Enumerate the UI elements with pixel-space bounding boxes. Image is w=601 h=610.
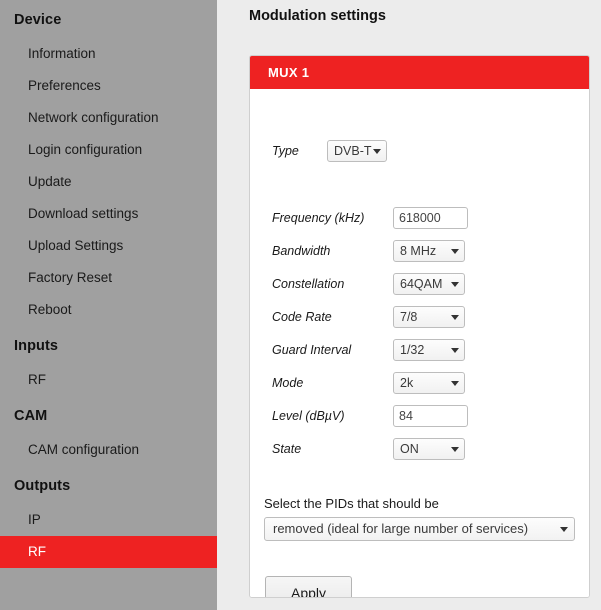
field-label-level-db-v: Level (dBµV) bbox=[272, 409, 345, 423]
sidebar-item-update[interactable]: Update bbox=[0, 166, 217, 198]
sidebar-item-label: Login configuration bbox=[28, 142, 143, 157]
field-label-guard-interval: Guard Interval bbox=[272, 343, 352, 357]
sidebar-item-label: Update bbox=[28, 174, 72, 189]
guard-interval-select[interactable]: 1/32 bbox=[393, 339, 465, 361]
chevron-down-icon bbox=[560, 527, 568, 532]
chevron-down-icon bbox=[451, 282, 459, 287]
frequency-khz-control-wrapper bbox=[393, 207, 468, 229]
panel-body: Type DVB-T Frequency (kHz) Bandwidth 8 MHz… bbox=[250, 89, 589, 597]
state-control-wrapper: ON bbox=[393, 438, 465, 460]
sidebar-item-rf[interactable]: RF bbox=[0, 364, 217, 396]
bandwidth-control-wrapper: 8 MHz bbox=[393, 240, 465, 262]
bandwidth-select-value: 8 MHz bbox=[400, 244, 437, 258]
sidebar-item-label: Information bbox=[28, 46, 96, 61]
sidebar-group-title-cam: CAM bbox=[14, 408, 48, 424]
form-row-type: Type DVB-T bbox=[250, 140, 589, 162]
bandwidth-select[interactable]: 8 MHz bbox=[393, 240, 465, 262]
sidebar-item-rf[interactable]: RF bbox=[0, 536, 217, 568]
code-rate-control-wrapper: 7/8 bbox=[393, 306, 465, 328]
sidebar-item-login-configuration[interactable]: Login configuration bbox=[0, 134, 217, 166]
sidebar-item-ip[interactable]: IP bbox=[0, 504, 217, 536]
sidebar-item-label: Preferences bbox=[28, 78, 101, 93]
sidebar-item-download-settings[interactable]: Download settings bbox=[0, 198, 217, 230]
sidebar-item-label: IP bbox=[28, 512, 41, 527]
mode-select-value: 2k bbox=[400, 376, 414, 390]
pid-section-label: Select the PIDs that should be bbox=[264, 496, 439, 511]
form-row-constellation: Constellation 64QAM bbox=[250, 273, 589, 295]
form-row-state: State ON bbox=[250, 438, 589, 460]
sidebar-group-title-inputs: Inputs bbox=[14, 338, 59, 354]
field-label-bandwidth: Bandwidth bbox=[272, 244, 331, 258]
sidebar-item-label: Factory Reset bbox=[28, 270, 113, 285]
form-row-code-rate: Code Rate 7/8 bbox=[250, 306, 589, 328]
chevron-down-icon bbox=[373, 149, 381, 154]
chevron-down-icon bbox=[451, 249, 459, 254]
sidebar-item-preferences[interactable]: Preferences bbox=[0, 70, 217, 102]
page-title: Modulation settings bbox=[249, 8, 386, 24]
chevron-down-icon bbox=[451, 348, 459, 353]
constellation-select-value: 64QAM bbox=[400, 277, 443, 291]
field-label-state: State bbox=[272, 442, 302, 456]
sidebar-item-information[interactable]: Information bbox=[0, 38, 217, 70]
field-label-type: Type bbox=[272, 144, 299, 158]
sidebar-item-cam-configuration[interactable]: CAM configuration bbox=[0, 434, 217, 466]
sidebar-item-label: CAM configuration bbox=[28, 442, 140, 457]
type-select-value: DVB-T bbox=[334, 144, 372, 158]
pid-select[interactable]: removed (ideal for large number of servi… bbox=[264, 517, 575, 541]
apply-button[interactable]: Apply bbox=[265, 576, 352, 597]
sidebar-item-reboot[interactable]: Reboot bbox=[0, 294, 217, 326]
constellation-select[interactable]: 64QAM bbox=[393, 273, 465, 295]
code-rate-select[interactable]: 7/8 bbox=[393, 306, 465, 328]
state-select[interactable]: ON bbox=[393, 438, 465, 460]
guard-interval-control-wrapper: 1/32 bbox=[393, 339, 465, 361]
sidebar: Device Information Preferences Network conf… bbox=[0, 0, 217, 610]
sidebar-group-title-device: Device bbox=[14, 12, 62, 28]
guard-interval-select-value: 1/32 bbox=[400, 343, 425, 357]
main-content: Modulation settings MUX 1 Type DVB-T Fre… bbox=[217, 0, 601, 610]
form-row-bandwidth: Bandwidth 8 MHz bbox=[250, 240, 589, 262]
pid-select-value: removed (ideal for large number of servi… bbox=[273, 521, 529, 536]
code-rate-select-value: 7/8 bbox=[400, 310, 418, 324]
state-select-value: ON bbox=[400, 442, 419, 456]
form-row-frequency-khz: Frequency (kHz) bbox=[250, 207, 589, 229]
sidebar-item-network-configuration[interactable]: Network configuration bbox=[0, 102, 217, 134]
field-label-constellation: Constellation bbox=[272, 277, 345, 291]
level-db-v-input[interactable] bbox=[393, 405, 468, 427]
sidebar-item-factory-reset[interactable]: Factory Reset bbox=[0, 262, 217, 294]
sidebar-item-upload-settings[interactable]: Upload Settings bbox=[0, 230, 217, 262]
form-row-guard-interval: Guard Interval 1/32 bbox=[250, 339, 589, 361]
chevron-down-icon bbox=[451, 315, 459, 320]
type-select-wrapper: DVB-T bbox=[327, 140, 387, 162]
field-label-code-rate: Code Rate bbox=[272, 310, 332, 324]
type-select[interactable]: DVB-T bbox=[327, 140, 387, 162]
sidebar-item-label: Download settings bbox=[28, 206, 139, 221]
frequency-khz-input[interactable] bbox=[393, 207, 468, 229]
field-label-mode: Mode bbox=[272, 376, 304, 390]
chevron-down-icon bbox=[451, 447, 459, 452]
sidebar-item-label: Network configuration bbox=[28, 110, 159, 125]
form-row-mode: Mode 2k bbox=[250, 372, 589, 394]
sidebar-group-title-outputs: Outputs bbox=[14, 478, 71, 494]
sidebar-item-label: RF bbox=[28, 544, 46, 559]
level-db-v-control-wrapper bbox=[393, 405, 468, 427]
panel-header-mux1: MUX 1 bbox=[250, 56, 589, 89]
mode-control-wrapper: 2k bbox=[393, 372, 465, 394]
form-row-level-db-v: Level (dBµV) bbox=[250, 405, 589, 427]
chevron-down-icon bbox=[451, 381, 459, 386]
sidebar-item-label: Reboot bbox=[28, 302, 72, 317]
sidebar-item-label: Upload Settings bbox=[28, 238, 124, 253]
sidebar-item-label: RF bbox=[28, 372, 46, 387]
mode-select[interactable]: 2k bbox=[393, 372, 465, 394]
mux-settings-panel: MUX 1 Type DVB-T Frequency (kHz) Bandwidt… bbox=[249, 55, 590, 598]
field-label-frequency-khz: Frequency (kHz) bbox=[272, 211, 365, 225]
constellation-control-wrapper: 64QAM bbox=[393, 273, 465, 295]
